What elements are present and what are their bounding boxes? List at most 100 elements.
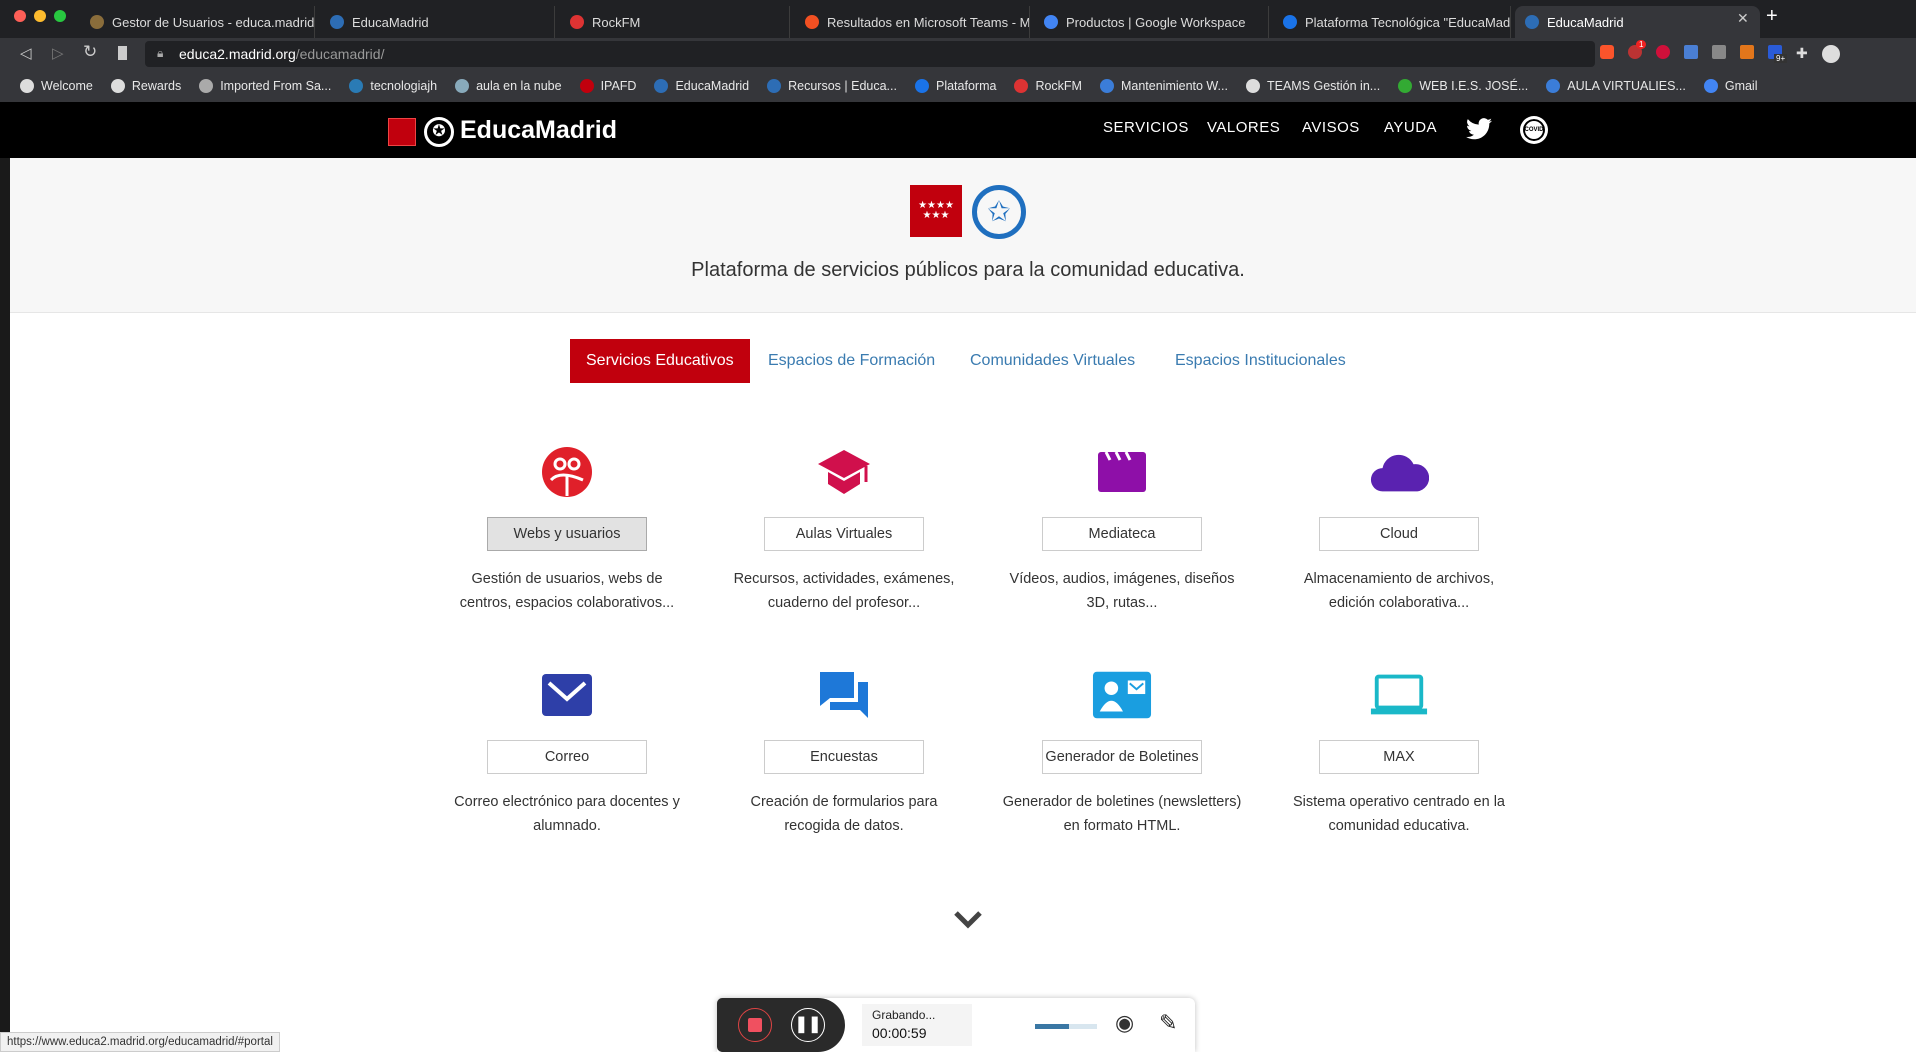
service-button[interactable]: Webs y usuarios xyxy=(487,517,647,551)
tab-title: Productos | Google Workspace xyxy=(1066,14,1246,30)
forward-icon[interactable]: ▷ xyxy=(52,44,64,62)
mail-icon[interactable] xyxy=(537,668,597,722)
extension-icon[interactable] xyxy=(1656,45,1670,59)
bookmark-label: Recursos | Educa... xyxy=(788,79,897,93)
bookmark-item[interactable]: AULA VIRTUALIES... xyxy=(1546,79,1686,93)
bookmark-label: IPAFD xyxy=(600,79,637,93)
back-icon[interactable]: ◁ xyxy=(20,44,32,62)
clapperboard-icon[interactable] xyxy=(1092,445,1152,499)
scroll-down-chevron-icon[interactable] xyxy=(953,910,983,930)
reload-icon[interactable]: ↻ xyxy=(83,42,97,62)
bookmark-favicon-icon xyxy=(1546,79,1561,93)
service-description: Correo electrónico para docentes y alumna… xyxy=(454,794,680,834)
browser-tab[interactable]: Productos | Google Workspace xyxy=(1034,6,1269,38)
browser-tab[interactable]: Plataforma Tecnológica "EducaMad xyxy=(1273,6,1511,38)
bookmark-item[interactable]: RockFM xyxy=(1014,79,1082,93)
nav-valores[interactable]: VALORES xyxy=(1207,119,1280,136)
url-input[interactable]: 🔒︎ educa2.madrid.org/educamadrid/ xyxy=(145,41,1595,67)
bookmark-item[interactable]: Welcome xyxy=(20,79,93,93)
service-description: Gestión de usuarios, webs de centros, esp… xyxy=(459,571,675,611)
service-button[interactable]: Correo xyxy=(487,740,647,774)
browser-tab[interactable]: EducaMadrid xyxy=(320,6,555,38)
bookmark-label: RockFM xyxy=(1035,79,1082,93)
bookmark-label: TEAMS Gestión in... xyxy=(1266,79,1381,93)
browser-tab[interactable]: RockFM xyxy=(560,6,790,38)
tab-title: Resultados en Microsoft Teams - M xyxy=(827,14,1030,30)
graduation-cap-icon[interactable] xyxy=(814,445,874,499)
bookmark-item[interactable]: IPAFD xyxy=(579,79,637,93)
tab-favicon-icon xyxy=(1525,15,1539,29)
bookmark-item[interactable]: Gmail xyxy=(1703,79,1758,93)
bookmark-label: Plataforma xyxy=(935,79,997,93)
nav-ayuda[interactable]: AYUDA xyxy=(1384,119,1437,136)
bookmark-item[interactable]: Plataforma xyxy=(914,79,997,93)
metamask-icon[interactable] xyxy=(1740,45,1754,59)
bookmark-favicon-icon xyxy=(767,79,782,93)
extension-alert-icon[interactable]: 1 xyxy=(1628,40,1647,64)
browser-tab[interactable]: Resultados en Microsoft Teams - M xyxy=(795,6,1030,38)
new-tab-button[interactable]: + xyxy=(1766,5,1778,28)
twitter-icon[interactable] xyxy=(1466,118,1492,140)
stop-recording-button[interactable] xyxy=(738,1008,772,1042)
pause-button[interactable]: ❚❚ xyxy=(791,1008,825,1042)
service-button[interactable]: Generador de Boletines xyxy=(1042,740,1202,774)
bookmark-item[interactable]: aula en la nube xyxy=(455,79,562,93)
users-icon[interactable] xyxy=(537,445,597,499)
translate-icon[interactable] xyxy=(1684,45,1698,59)
bookmark-item[interactable]: Rewards xyxy=(110,79,181,93)
service-button[interactable]: Encuestas xyxy=(764,740,924,774)
contact-card-icon[interactable] xyxy=(1092,668,1152,722)
close-tab-icon[interactable]: ✕ xyxy=(1737,10,1749,27)
bookmark-icon[interactable] xyxy=(118,46,127,60)
site-logo[interactable]: EducaMadrid xyxy=(460,116,617,145)
cloud-icon[interactable] xyxy=(1369,445,1429,499)
pencil-icon[interactable]: ✎ xyxy=(1159,1010,1177,1036)
webcam-add-icon[interactable]: ◉ xyxy=(1115,1010,1134,1036)
bookmark-favicon-icon xyxy=(20,79,34,93)
bookmark-item[interactable]: EducaMadrid xyxy=(654,79,749,93)
service-button[interactable]: Cloud xyxy=(1319,517,1479,551)
browser-tab[interactable]: Gestor de Usuarios - educa.madrid xyxy=(80,6,315,38)
browser-tab[interactable]: EducaMadrid xyxy=(1515,6,1760,38)
minimize-window-button[interactable] xyxy=(34,10,46,22)
tab-title: Gestor de Usuarios - educa.madrid xyxy=(112,14,315,30)
service-card: Aulas Virtuales Recursos, actividades, e… xyxy=(714,445,974,615)
address-bar-row: ◁ ▷ ↻ 🔒︎ educa2.madrid.org/educamadrid/ … xyxy=(0,38,1916,70)
bookmark-item[interactable]: Mantenimiento W... xyxy=(1099,79,1228,93)
educamadrid-star-icon: ✩ xyxy=(972,185,1026,239)
tab-espacios-formacion[interactable]: Espacios de Formación xyxy=(752,339,951,383)
service-button[interactable]: Mediateca xyxy=(1042,517,1202,551)
volume-slider[interactable] xyxy=(1035,1024,1097,1029)
covid-icon[interactable]: COVID xyxy=(1520,116,1548,144)
bookmark-item[interactable]: tecnologiajh xyxy=(349,79,437,93)
tab-comunidades-virtuales[interactable]: Comunidades Virtuales xyxy=(954,339,1151,383)
avatar[interactable] xyxy=(1821,45,1840,63)
service-card: MAX Sistema operativo centrado en la comu… xyxy=(1269,668,1529,838)
close-window-button[interactable] xyxy=(14,10,26,22)
tab-servicios-educativos[interactable]: Servicios Educativos xyxy=(570,339,750,383)
service-card: Encuestas Creación de formularios para re… xyxy=(714,668,974,838)
puzzle-icon[interactable]: ✚ xyxy=(1796,45,1808,64)
bookmark-item[interactable]: Recursos | Educa... xyxy=(767,79,897,93)
site-header: ✪ EducaMadrid xyxy=(0,102,1916,158)
service-button[interactable]: Aulas Virtuales xyxy=(764,517,924,551)
service-button[interactable]: MAX xyxy=(1319,740,1479,774)
bookmark-item[interactable]: WEB I.E.S. JOSÉ... xyxy=(1398,79,1528,93)
maximize-window-button[interactable] xyxy=(54,10,66,22)
tab-favicon-icon xyxy=(90,15,104,29)
nav-servicios[interactable]: SERVICIOS xyxy=(1103,119,1189,136)
nav-avisos[interactable]: AVISOS xyxy=(1302,119,1360,136)
extension-icon[interactable] xyxy=(1712,45,1726,59)
tab-espacios-institucionales[interactable]: Espacios Institucionales xyxy=(1159,339,1362,383)
brave-icon[interactable] xyxy=(1600,45,1614,59)
bookmark-item[interactable]: Imported From Sa... xyxy=(199,79,331,93)
bookmark-label: WEB I.E.S. JOSÉ... xyxy=(1419,79,1529,93)
tab-bar: Gestor de Usuarios - educa.madrid EducaMa… xyxy=(0,0,1916,38)
bookmark-label: Mantenimiento W... xyxy=(1120,79,1228,93)
laptop-icon[interactable] xyxy=(1369,668,1429,722)
hero-tagline: Plataforma de servicios públicos para la… xyxy=(691,259,1245,281)
bookmark-item[interactable]: TEAMS Gestión in... xyxy=(1245,79,1381,93)
chat-icon[interactable] xyxy=(814,668,874,722)
tab-favicon-icon xyxy=(1283,15,1297,29)
extension-counter-icon[interactable]: 9+ xyxy=(1768,45,1788,64)
